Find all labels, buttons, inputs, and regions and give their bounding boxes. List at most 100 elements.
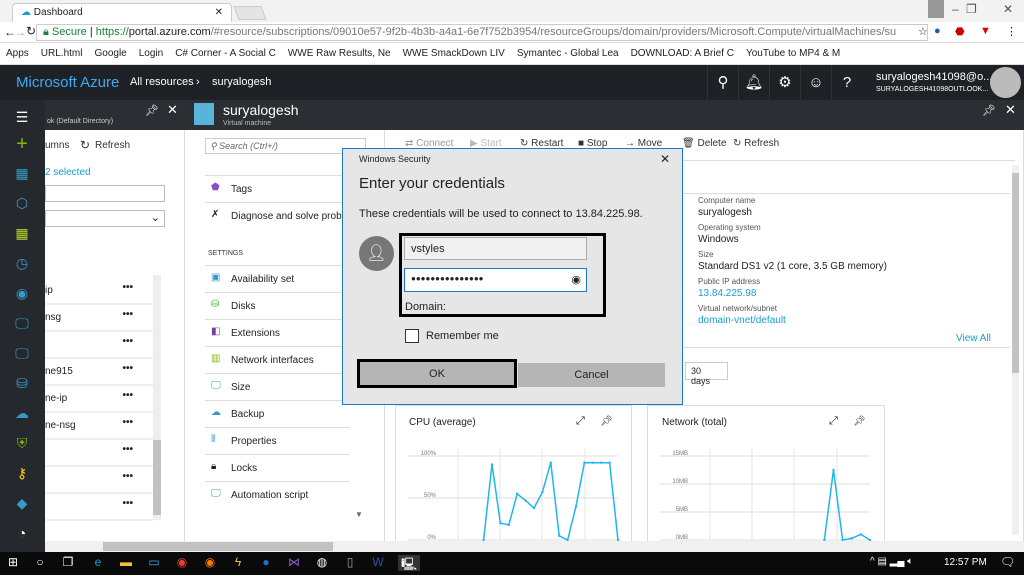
list-item[interactable]: ne915 ••• [45, 359, 153, 386]
reload-icon[interactable]: ↻ [26, 24, 36, 38]
list-item[interactable]: ne-nsg ••• [45, 413, 153, 440]
notifications-bell-icon[interactable]: 🔔︎ [738, 65, 769, 100]
menu-item[interactable]: ⦀ Properties [205, 427, 350, 454]
app-services-icon[interactable]: ◉ [12, 283, 32, 303]
search-icon[interactable]: ⚲ [707, 65, 738, 100]
bookmark-google[interactable]: Google [94, 48, 126, 59]
list-item[interactable]: ••• [45, 494, 153, 521]
password-input[interactable]: ●●●●●●●●●●●●●●● ◉ [404, 268, 587, 292]
range-30-days-button[interactable]: 30 days [685, 362, 728, 386]
view-all-link[interactable]: View All [956, 333, 991, 344]
close-tab-icon[interactable]: ✕ [215, 7, 223, 18]
more-options-icon[interactable]: ••• [122, 417, 133, 428]
app-icon[interactable]: ϟ [230, 555, 246, 571]
horizontal-scrollbar[interactable] [45, 541, 1024, 552]
list-item[interactable]: ••• [45, 332, 153, 359]
list-scrollbar[interactable] [153, 275, 161, 520]
username-input[interactable]: vstyles [404, 237, 587, 260]
pin-icon[interactable]: 📌︎ [982, 104, 996, 117]
pin-icon[interactable]: 📌︎ [145, 104, 159, 117]
breadcrumb-all-resources[interactable]: All resources [130, 76, 194, 88]
all-resources-icon[interactable]: ▦ [12, 223, 32, 243]
close-window-button[interactable]: ✕ [1003, 2, 1013, 16]
menu-diagnose[interactable]: ✗ Diagnose and solve problems [205, 202, 350, 229]
remember-me-checkbox[interactable] [405, 329, 419, 343]
dashboard-icon[interactable]: ▦ [12, 163, 32, 183]
list-item[interactable]: ip ••• [45, 278, 153, 305]
columns-button[interactable]: umns [45, 140, 69, 151]
menu-item[interactable]: ▥ Network interfaces [205, 346, 350, 373]
more-options-icon[interactable]: ••• [122, 390, 133, 401]
list-item[interactable]: ne-ip ••• [45, 386, 153, 413]
bookmark-wwe-smackdown[interactable]: WWE SmackDown LIV [403, 48, 505, 59]
list-item[interactable]: ••• [45, 440, 153, 467]
word-icon[interactable]: W [370, 555, 386, 571]
security-shield-icon[interactable]: ⛨ [12, 433, 32, 453]
forward-icon[interactable]: → [14, 25, 26, 39]
more-options-icon[interactable]: ••• [122, 498, 133, 509]
scroll-down-icon[interactable]: ▼ [355, 510, 363, 519]
new-tab-button[interactable] [233, 6, 267, 20]
dialog-close-icon[interactable]: ✕ [660, 152, 670, 166]
computer-icon[interactable]: ▭ [146, 555, 162, 571]
menu-item[interactable]: 🖵︎ Automation script [205, 481, 350, 508]
scrollbar-thumb[interactable] [103, 542, 333, 551]
menu-item[interactable]: 🔒︎ Locks [205, 454, 350, 481]
help-icon[interactable]: ? [831, 65, 862, 100]
reveal-password-eye-icon[interactable]: ◉ [571, 273, 581, 286]
task-view-icon[interactable]: ❐ [60, 555, 76, 571]
extension-icon[interactable]: ● [934, 25, 941, 37]
feedback-smiley-icon[interactable]: ☺ [800, 65, 831, 100]
menu-item[interactable]: 🖵︎ Size [205, 373, 350, 400]
more-options-icon[interactable]: ••• [122, 336, 133, 347]
adblock-icon[interactable]: ⬣ [955, 25, 965, 38]
cpu-chart-card[interactable]: CPU (average) ⤢ 📌︎ 100% 50% 0% [395, 405, 632, 545]
more-options-icon[interactable]: ••• [122, 444, 133, 455]
user-menu[interactable]: suryalogesh41098@o... SURYALOGESH41098OUT… [876, 71, 992, 93]
cancel-button[interactable]: Cancel [518, 363, 665, 387]
menu-item[interactable]: ▣ Availability set [205, 265, 350, 292]
virtual-machines-icon[interactable]: 🖵︎ [12, 313, 32, 333]
expand-icon[interactable]: ⤢ [829, 415, 838, 428]
close-blade-icon[interactable]: ✕ [1005, 102, 1016, 118]
url-input[interactable]: 🔒︎ Secure | https://portal.azure.com/#re… [36, 24, 928, 41]
more-options-icon[interactable]: ••• [122, 363, 133, 374]
new-resource-plus-icon[interactable]: + [12, 134, 32, 154]
remember-me-label[interactable]: Remember me [426, 330, 499, 342]
edge-icon[interactable]: e [90, 555, 106, 571]
refresh-icon[interactable]: ↻ [80, 138, 90, 152]
browser-app-icon[interactable]: ● [258, 555, 274, 571]
menu-item[interactable]: ⛁ Disks [205, 292, 350, 319]
list-item[interactable]: nsg ••• [45, 305, 153, 332]
star-icon[interactable]: ☆ [918, 25, 928, 38]
hamburger-icon[interactable]: ☰ [12, 107, 32, 127]
file-explorer-icon[interactable]: ▬ [118, 555, 134, 571]
more-options-icon[interactable]: ••• [122, 309, 133, 320]
bookmark-url-html[interactable]: URL.html [41, 48, 83, 59]
gear-icon[interactable]: ⚙ [769, 65, 800, 100]
cortana-icon[interactable]: ○ [32, 555, 48, 571]
pin-icon[interactable]: 📌︎ [853, 416, 866, 427]
remote-desktop-icon[interactable]: 🖳︎ [398, 555, 420, 571]
browser-tab[interactable]: ☁ Dashboard ✕ [12, 3, 232, 22]
action-center-icon[interactable]: 🗨︎ [1000, 555, 1015, 569]
expand-icon[interactable]: ⤢ [576, 415, 585, 428]
recent-clock-icon[interactable]: ◷ [12, 253, 32, 273]
shield-extension-icon[interactable]: ▼ [980, 25, 991, 37]
filter-input[interactable] [45, 185, 165, 202]
menu-item[interactable]: ☁ Backup [205, 400, 350, 427]
sql-database-icon[interactable]: ⛁ [12, 373, 32, 393]
menu-item[interactable]: ◧ Extensions [205, 319, 350, 346]
azure-brand[interactable]: Microsoft Azure [16, 74, 119, 91]
diamond-icon[interactable]: ◆ [12, 493, 32, 513]
pin-icon[interactable]: 📌︎ [600, 416, 613, 427]
bookmark-symantec[interactable]: Symantec - Global Lea [517, 48, 619, 59]
refresh-button[interactable]: ↻ Refresh [733, 138, 779, 149]
breadcrumb-vm[interactable]: suryalogesh [212, 76, 271, 88]
scrollbar-thumb[interactable] [1012, 173, 1019, 373]
refresh-button[interactable]: Refresh [95, 140, 130, 151]
delete-button[interactable]: 🗑︎ Delete [682, 138, 726, 149]
bookmark-wwe-raw[interactable]: WWE Raw Results, Ne [288, 48, 391, 59]
type-dropdown[interactable]: ⌄ [45, 210, 165, 227]
minimize-button[interactable]: – [952, 2, 959, 16]
